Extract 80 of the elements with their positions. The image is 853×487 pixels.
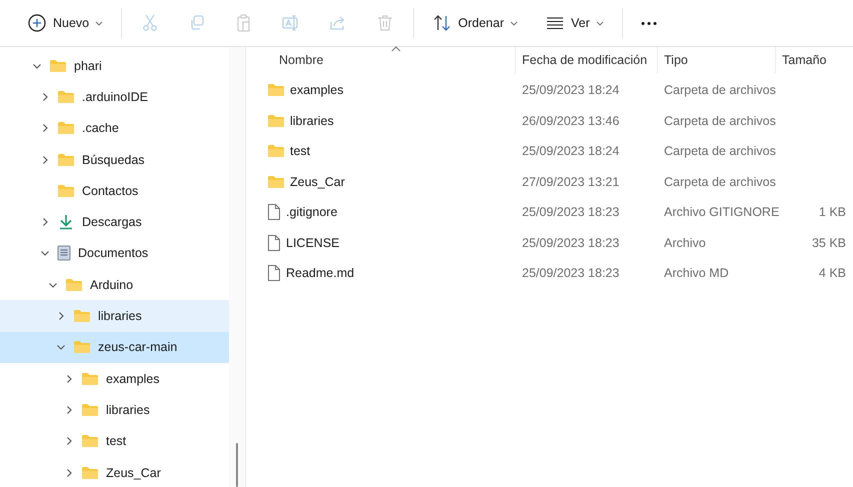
- chevron-right-icon[interactable]: [56, 311, 66, 322]
- size-cell-text: 4 KB: [818, 266, 847, 280]
- column-header[interactable]: Tipo: [658, 47, 776, 73]
- type-cell-text: Archivo: [663, 236, 707, 250]
- document-icon: [57, 245, 71, 262]
- tree-item[interactable]: zeus-car-main: [0, 332, 230, 363]
- type-cell-text: Carpeta de archivos: [663, 144, 776, 158]
- type-cell-text: Carpeta de archivos: [663, 174, 776, 189]
- tree-item[interactable]: .cache: [0, 112, 230, 144]
- folder-icon: [57, 121, 75, 136]
- folder-icon: [267, 83, 285, 98]
- tree-item[interactable]: phari: [0, 50, 230, 82]
- date-cell-text: 25/09/2023 18:24: [521, 83, 620, 98]
- folder-icon: [57, 90, 75, 104]
- file-name[interactable]: test: [290, 144, 310, 158]
- chevron-right-icon[interactable]: [64, 374, 74, 384]
- chevron-right-icon[interactable]: [40, 123, 50, 134]
- file-name[interactable]: Zeus_Car: [290, 174, 345, 189]
- file-name[interactable]: examples: [290, 83, 344, 98]
- tree-item[interactable]: Descargas: [0, 206, 230, 238]
- folder-icon: [267, 174, 285, 189]
- type-cell-text: Carpeta de archivos: [663, 114, 776, 128]
- more-dots-icon: [640, 22, 657, 24]
- folder-icon: [65, 278, 83, 292]
- tree-item[interactable]: Arduino: [0, 269, 230, 300]
- column-header[interactable]: Fecha de modificación: [516, 47, 658, 73]
- tree-item[interactable]: .arduinoIDE: [0, 81, 230, 113]
- tree-item[interactable]: libraries: [0, 394, 230, 426]
- tree-item[interactable]: test: [0, 426, 230, 457]
- scrollbar-thumb[interactable]: [236, 443, 238, 487]
- date-cell-text: 27/09/2023 13:21: [521, 174, 620, 189]
- folder-icon: [81, 466, 99, 480]
- chevron-right-icon[interactable]: [64, 404, 74, 415]
- folder-icon: [81, 402, 99, 417]
- size-cell-text: 1 KB: [818, 205, 847, 220]
- chevron-right-icon[interactable]: [40, 154, 50, 165]
- chevron-right-icon[interactable]: [64, 468, 74, 478]
- folder-icon: [57, 184, 75, 198]
- folder-icon: [57, 152, 75, 167]
- folder-icon: [73, 309, 91, 324]
- chevron-right-icon[interactable]: [40, 92, 50, 102]
- tree-item[interactable]: Contactos: [0, 175, 230, 206]
- date-cell-text: 25/09/2023 18:23: [521, 266, 620, 280]
- file-name[interactable]: libraries: [290, 114, 334, 128]
- download-icon: [57, 214, 75, 230]
- sort-arrows-icon: [432, 13, 452, 33]
- chevron-right-icon[interactable]: [40, 217, 50, 228]
- folder-icon: [49, 58, 67, 73]
- chevron-right-icon[interactable]: [64, 436, 74, 446]
- new-button[interactable]: Nuevo: [17, 7, 114, 39]
- folder-icon: [73, 340, 91, 354]
- tree-item[interactable]: examples: [0, 362, 230, 394]
- date-cell-text: 26/09/2023 13:46: [521, 114, 620, 128]
- column-header[interactable]: Nombre: [246, 47, 516, 73]
- folder-icon: [267, 114, 285, 128]
- chevron-down-icon[interactable]: [40, 248, 50, 258]
- type-cell-text: Archivo MD: [663, 266, 730, 280]
- file-icon: [267, 234, 281, 252]
- file-icon: [267, 264, 281, 282]
- date-cell-text: 25/09/2023 18:24: [521, 144, 620, 158]
- tree-item[interactable]: Búsquedas: [0, 144, 230, 176]
- size-cell-text: 35 KB: [810, 236, 847, 250]
- plus-circle-icon: [27, 13, 47, 33]
- type-cell-text: Carpeta de archivos: [663, 83, 776, 98]
- date-cell-text: 25/09/2023 18:23: [521, 236, 620, 250]
- column-header[interactable]: Tamaño: [776, 47, 853, 73]
- file-icon: [267, 203, 281, 222]
- date-cell-text: 25/09/2023 18:23: [521, 205, 620, 220]
- sort-button[interactable]: Ordenar: [422, 7, 528, 39]
- folder-icon: [267, 144, 285, 158]
- tree-item[interactable]: libraries: [0, 300, 230, 332]
- tree-item[interactable]: Documentos: [0, 238, 230, 270]
- chevron-down-icon[interactable]: [56, 342, 66, 352]
- folder-icon: [81, 434, 99, 448]
- file-name[interactable]: LICENSE: [286, 236, 340, 250]
- view-button[interactable]: Ver: [535, 7, 614, 39]
- file-name[interactable]: .gitignore: [286, 205, 338, 220]
- folder-icon: [81, 372, 99, 386]
- tree-item[interactable]: Zeus_Car: [0, 456, 230, 487]
- file-name[interactable]: Readme.md: [286, 266, 354, 280]
